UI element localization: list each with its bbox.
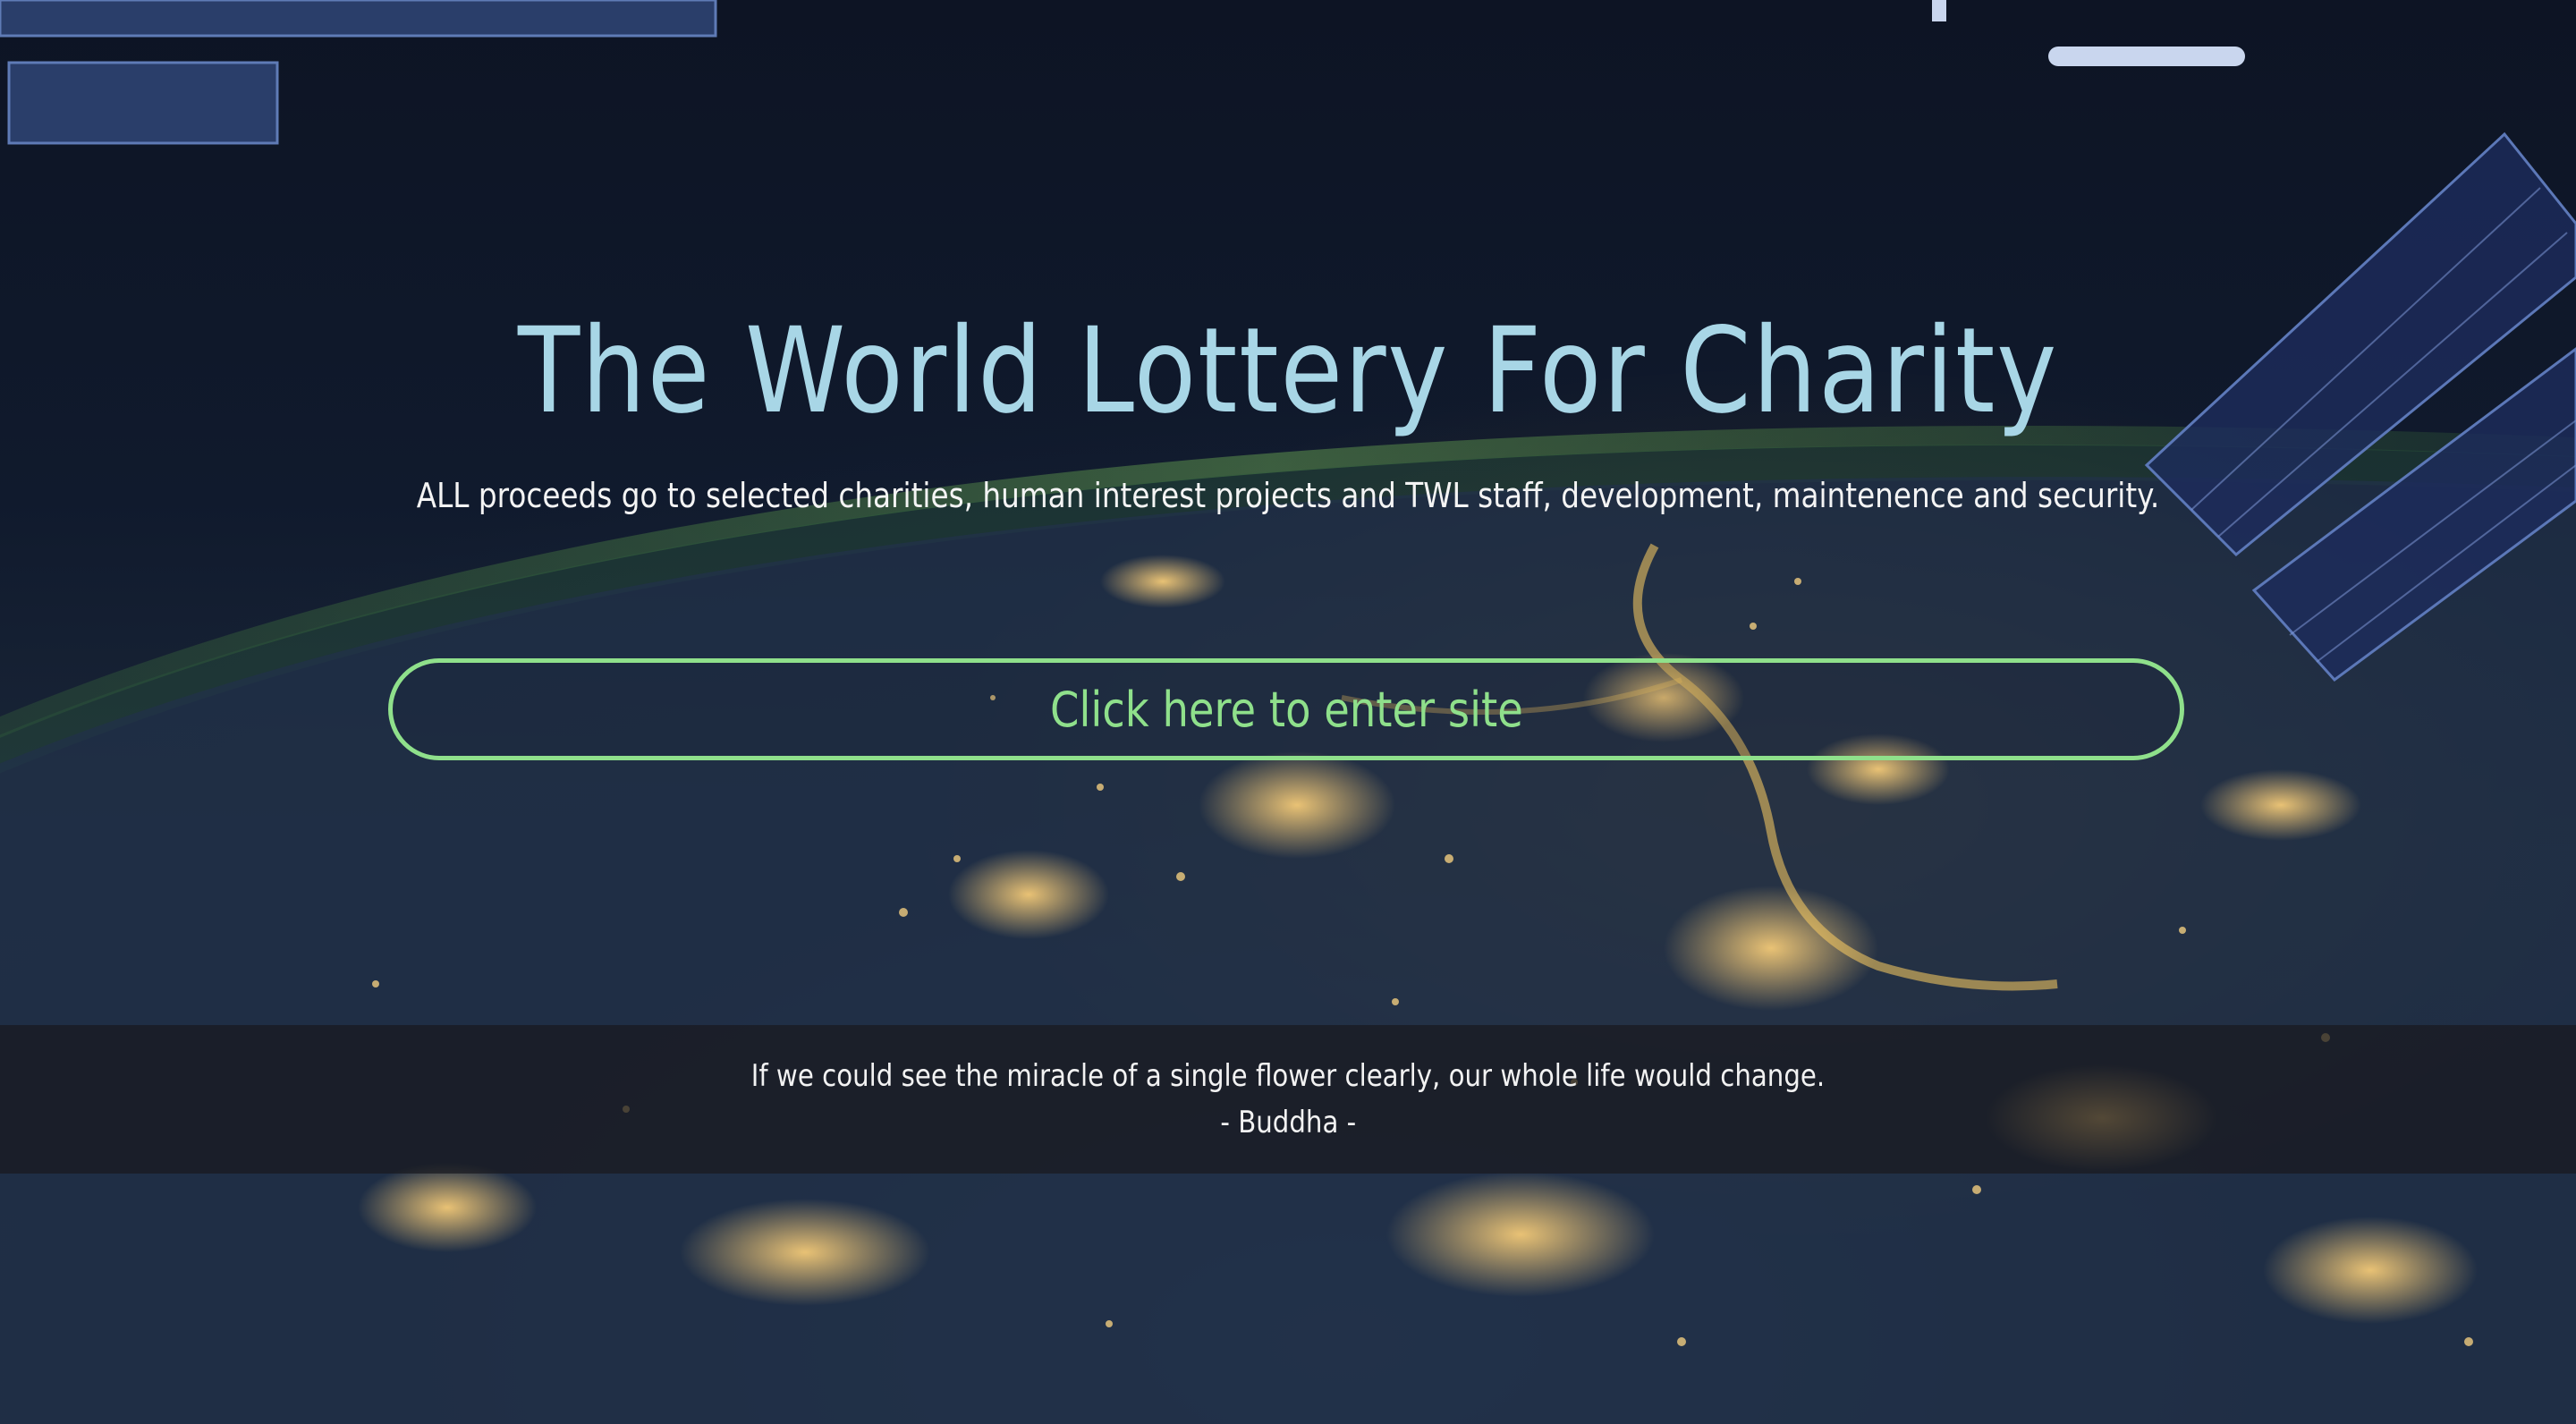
quote-banner: If we could see the miracle of a single … <box>0 1025 2576 1174</box>
enter-site-button-label: Click here to enter site <box>1049 681 1523 738</box>
page-subtitle: ALL proceeds go to selected charities, h… <box>416 476 2160 515</box>
enter-site-button[interactable]: Click here to enter site <box>388 658 2184 760</box>
quote-text: If we could see the miracle of a single … <box>750 1058 1826 1094</box>
landing-page: The World Lottery For Charity ALL procee… <box>0 0 2576 1424</box>
quote-author: - Buddha - <box>1220 1105 1356 1140</box>
page-title: The World Lottery For Charity <box>517 302 2059 440</box>
